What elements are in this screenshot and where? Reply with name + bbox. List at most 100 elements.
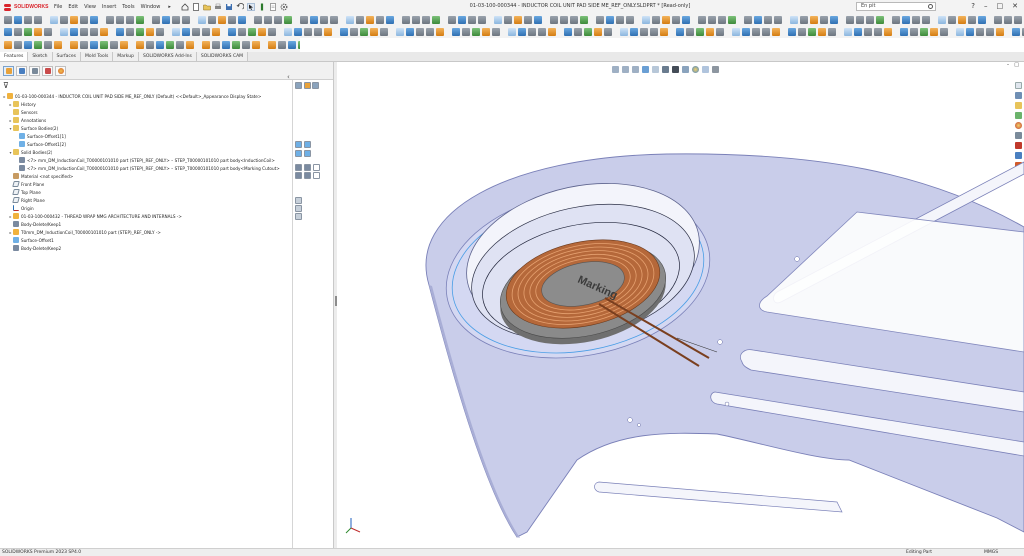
home-icon[interactable] xyxy=(181,3,189,11)
toolbar-command-icon[interactable] xyxy=(346,16,354,24)
tree-item[interactable]: Surface-Offset1[2] xyxy=(0,140,292,148)
toolbar-command-icon[interactable] xyxy=(172,28,180,36)
toolbar-command-icon[interactable] xyxy=(146,28,154,36)
toolbar-command-icon[interactable] xyxy=(156,28,164,36)
rebuild-icon[interactable] xyxy=(258,3,266,11)
tree-item[interactable]: ▾ Solid Bodies(2) xyxy=(0,148,292,156)
toolbar-command-icon[interactable] xyxy=(930,28,938,36)
toolbar-command-icon[interactable] xyxy=(90,16,98,24)
toolbar-command-icon[interactable] xyxy=(314,28,322,36)
units-selector[interactable]: MMGS xyxy=(984,550,998,555)
tab-features[interactable]: Features xyxy=(0,52,29,61)
help-button[interactable]: ? xyxy=(971,2,975,10)
toolbar-command-icon[interactable] xyxy=(370,28,378,36)
tree-item[interactable]: Surface-Offset1[1] xyxy=(0,132,292,140)
tab-mold-tools[interactable]: Mold Tools xyxy=(81,52,114,61)
toolbar-command-icon[interactable] xyxy=(604,28,612,36)
visibility-toggle-icon[interactable] xyxy=(304,172,311,179)
undo-icon[interactable] xyxy=(236,3,245,11)
search-input[interactable]: En pit xyxy=(856,2,936,11)
toolbar-command-icon[interactable] xyxy=(478,16,486,24)
toolbar-command-icon[interactable] xyxy=(920,28,928,36)
toolbar-command-icon[interactable] xyxy=(162,16,170,24)
toolbar-command-icon[interactable] xyxy=(728,16,736,24)
tab-markup[interactable]: Markup xyxy=(113,52,139,61)
graphics-area[interactable]: – □ Marking xyxy=(337,62,1024,548)
toolbar-command-icon[interactable] xyxy=(594,28,602,36)
mounting-hole[interactable] xyxy=(717,339,723,345)
menu-file[interactable]: File xyxy=(54,4,62,10)
toolbar-command-icon[interactable] xyxy=(4,16,12,24)
toolbar-command-icon[interactable] xyxy=(772,28,780,36)
tree-item[interactable]: ▸ 01-03-100-000344 - INDUCTOR COIL UNIT P… xyxy=(0,92,292,100)
toolbar-command-icon[interactable] xyxy=(706,28,714,36)
toolbar-command-icon[interactable] xyxy=(642,16,650,24)
toolbar-command-icon[interactable] xyxy=(228,28,236,36)
toolbar-command-icon[interactable] xyxy=(912,16,920,24)
toolbar-command-icon[interactable] xyxy=(396,28,404,36)
mounting-hole[interactable] xyxy=(637,423,641,427)
close-button[interactable]: ✕ xyxy=(1012,2,1018,10)
tree-item[interactable]: <7> mm_DM_InductionCoil_T00000101010 par… xyxy=(0,156,292,164)
toolbar-command-icon[interactable] xyxy=(278,41,286,49)
toolbar-command-icon[interactable] xyxy=(764,16,772,24)
toolbar-command-icon[interactable] xyxy=(80,16,88,24)
toolbar-command-icon[interactable] xyxy=(202,28,210,36)
toolbar-command-icon[interactable] xyxy=(4,28,12,36)
solidworks-logo[interactable]: SOLIDWORKS xyxy=(0,3,50,12)
toolbar-command-icon[interactable] xyxy=(274,16,282,24)
visibility-toggle-icon[interactable] xyxy=(295,164,302,171)
toolbar-command-icon[interactable] xyxy=(616,16,624,24)
toolbar-command-icon[interactable] xyxy=(1004,16,1012,24)
toolbar-command-icon[interactable] xyxy=(116,28,124,36)
toolbar-command-icon[interactable] xyxy=(294,28,302,36)
visibility-toggle-icon[interactable] xyxy=(312,82,319,89)
toolbar-command-icon[interactable] xyxy=(514,16,522,24)
toolbar-command-icon[interactable] xyxy=(406,28,414,36)
toolbar-command-icon[interactable] xyxy=(192,28,200,36)
toolbar-command-icon[interactable] xyxy=(436,28,444,36)
toolbar-command-icon[interactable] xyxy=(136,16,144,24)
toolbar-command-icon[interactable] xyxy=(682,16,690,24)
tree-item[interactable]: Origin xyxy=(0,204,292,212)
mounting-hole[interactable] xyxy=(794,256,800,262)
toolbar-command-icon[interactable] xyxy=(686,28,694,36)
toolbar-command-icon[interactable] xyxy=(828,28,836,36)
toolbar-command-icon[interactable] xyxy=(422,16,430,24)
toolbar-command-icon[interactable] xyxy=(492,28,500,36)
toolbar-command-icon[interactable] xyxy=(238,28,246,36)
toolbar-command-icon[interactable] xyxy=(846,16,854,24)
toolbar-command-icon[interactable] xyxy=(584,28,592,36)
toolbar-command-icon[interactable] xyxy=(996,28,1004,36)
toolbar-command-icon[interactable] xyxy=(940,28,948,36)
toolbar-command-icon[interactable] xyxy=(468,16,476,24)
toolbar-command-icon[interactable] xyxy=(106,16,114,24)
options-gear-icon[interactable] xyxy=(280,3,288,11)
tab-sketch[interactable]: Sketch xyxy=(28,52,53,61)
toolbar-command-icon[interactable] xyxy=(298,41,300,49)
toolbar-command-icon[interactable] xyxy=(432,16,440,24)
toolbar-command-icon[interactable] xyxy=(508,28,516,36)
toolbar-command-icon[interactable] xyxy=(228,16,236,24)
toolbar-command-icon[interactable] xyxy=(808,28,816,36)
toolbar-command-icon[interactable] xyxy=(564,28,572,36)
toolbar-command-icon[interactable] xyxy=(548,28,556,36)
toolbar-command-icon[interactable] xyxy=(458,16,466,24)
visibility-toggle-icon[interactable] xyxy=(313,172,320,179)
toolbar-command-icon[interactable] xyxy=(24,16,32,24)
select-icon[interactable] xyxy=(247,3,255,11)
toolbar-command-icon[interactable] xyxy=(198,16,206,24)
tree-item[interactable]: Right Plane xyxy=(0,196,292,204)
toolbar-command-icon[interactable] xyxy=(798,28,806,36)
toolbar-command-icon[interactable] xyxy=(300,16,308,24)
tree-item[interactable]: ▸ Annotations xyxy=(0,116,292,124)
toolbar-command-icon[interactable] xyxy=(288,41,296,49)
toolbar-command-icon[interactable] xyxy=(732,28,740,36)
menu-pin-icon[interactable]: ▸ xyxy=(168,4,171,10)
menu-window[interactable]: Window xyxy=(141,4,161,10)
toolbar-command-icon[interactable] xyxy=(34,41,42,49)
toolbar-command-icon[interactable] xyxy=(452,28,460,36)
toolbar-command-icon[interactable] xyxy=(900,28,908,36)
toolbar-command-icon[interactable] xyxy=(136,28,144,36)
toolbar-command-icon[interactable] xyxy=(34,28,42,36)
